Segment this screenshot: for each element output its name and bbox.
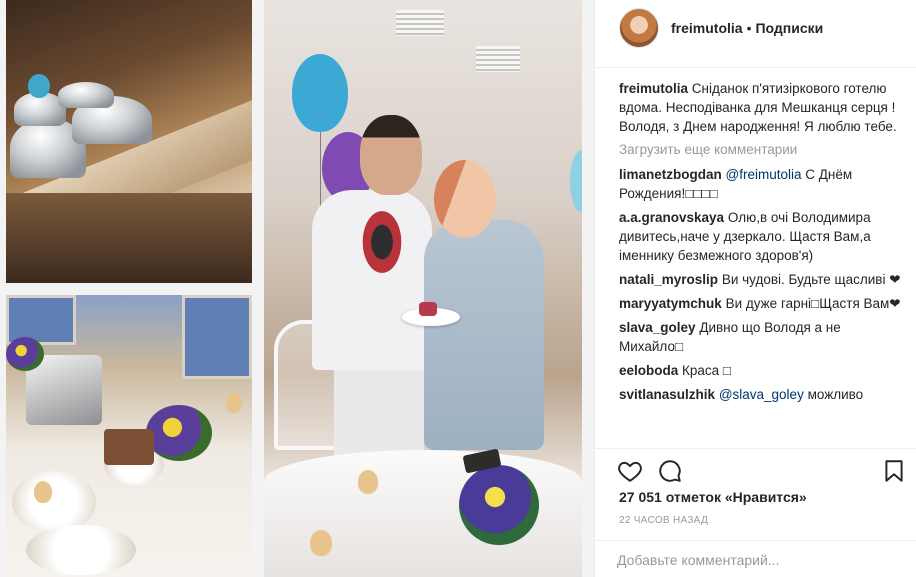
egg (358, 470, 378, 494)
post-sidebar: freimutolia • Подписки freimutolia Снідано… (594, 0, 916, 577)
comment-item: svitlanasulzhik @slava_goley можливо (619, 385, 901, 404)
balloon (570, 150, 582, 212)
balloon-string (320, 132, 321, 212)
bookmark-icon[interactable] (881, 458, 907, 484)
comment-text: Ви дуже гарні□Щастя Вам❤ (725, 296, 901, 311)
flower-bouquet (146, 405, 212, 461)
comment-username[interactable]: slava_goley (619, 320, 696, 335)
speech-bubble-icon[interactable] (657, 458, 683, 484)
post-actions (595, 448, 916, 488)
comment-text: Ви чудові. Будьте щасливі ❤ (721, 272, 901, 287)
woman-figure (434, 160, 496, 238)
photo-buffet-breakfast (6, 0, 252, 283)
comment-item: natali_myroslip Ви чудові. Будьте щаслив… (619, 270, 901, 289)
comment-item: maryyatymchuk Ви дуже гарні□Щастя Вам❤ (619, 294, 901, 313)
comment-item: slava_goley Дивно що Володя а не Михайло… (619, 318, 901, 356)
buffet-floor (6, 193, 252, 283)
comment-username[interactable]: limanetzbogdan (619, 167, 722, 182)
add-comment-input[interactable] (617, 551, 887, 569)
comment-username[interactable]: natali_myroslip (619, 272, 718, 287)
comment-item: eeloboda Краса □ (619, 361, 901, 380)
man-figure (360, 115, 422, 195)
post-caption: freimutolia Сніданок п'ятизіркового готе… (619, 79, 901, 136)
add-comment-bar (595, 540, 916, 577)
balloon (28, 74, 50, 98)
header-username[interactable]: freimutolia (671, 20, 743, 36)
flower-bouquet (6, 337, 44, 371)
following-button[interactable]: Подписки (755, 20, 823, 36)
plate (26, 525, 136, 575)
cake (419, 302, 437, 316)
flower-bouquet (459, 465, 539, 545)
post-header: freimutolia • Подписки (595, 0, 916, 68)
likes-count[interactable]: 27 051 отметок «Нравится» (619, 489, 807, 505)
chafing-dish (58, 82, 114, 108)
plate (12, 471, 96, 533)
egg (34, 481, 52, 503)
bread-box (104, 429, 154, 465)
ceiling-window (396, 10, 444, 36)
comment-username[interactable]: eeloboda (619, 363, 678, 378)
post-timestamp[interactable]: 22 часов назад (619, 515, 708, 526)
heart-outline-icon[interactable] (617, 458, 643, 484)
woman-figure (424, 220, 544, 450)
comment-text: можливо (803, 387, 864, 402)
post-photo[interactable] (0, 0, 594, 577)
comment-username[interactable]: svitlanasulzhik (619, 387, 715, 402)
comment-username[interactable]: a.a.granovskaya (619, 210, 724, 225)
egg (226, 393, 242, 413)
photo-table-setting (6, 295, 252, 577)
shirt-print (352, 210, 412, 290)
header-separator: • (746, 20, 752, 36)
comment-item: a.a.granovskaya Олю,в очі Володимира див… (619, 208, 901, 265)
ceiling-window (476, 46, 520, 72)
header-text: freimutolia • Подписки (671, 20, 823, 36)
avatar[interactable] (619, 8, 659, 48)
comment-item: limanetzbogdan @freimutolia С Днём Рожде… (619, 165, 901, 203)
comment-mention[interactable]: @slava_goley (719, 387, 804, 402)
window (182, 295, 252, 379)
caption-username[interactable]: freimutolia (619, 81, 688, 96)
load-more-comments-button[interactable]: Загрузить еще комментарии (619, 140, 901, 159)
balloon (292, 54, 348, 132)
photo-couple (264, 0, 582, 577)
comments-list[interactable]: freimutolia Сніданок п'ятизіркового готе… (619, 79, 901, 443)
egg (310, 530, 332, 556)
comment-text: Краса □ (682, 363, 732, 378)
comment-mention[interactable]: @freimutolia (726, 167, 802, 182)
comment-username[interactable]: maryyatymchuk (619, 296, 722, 311)
